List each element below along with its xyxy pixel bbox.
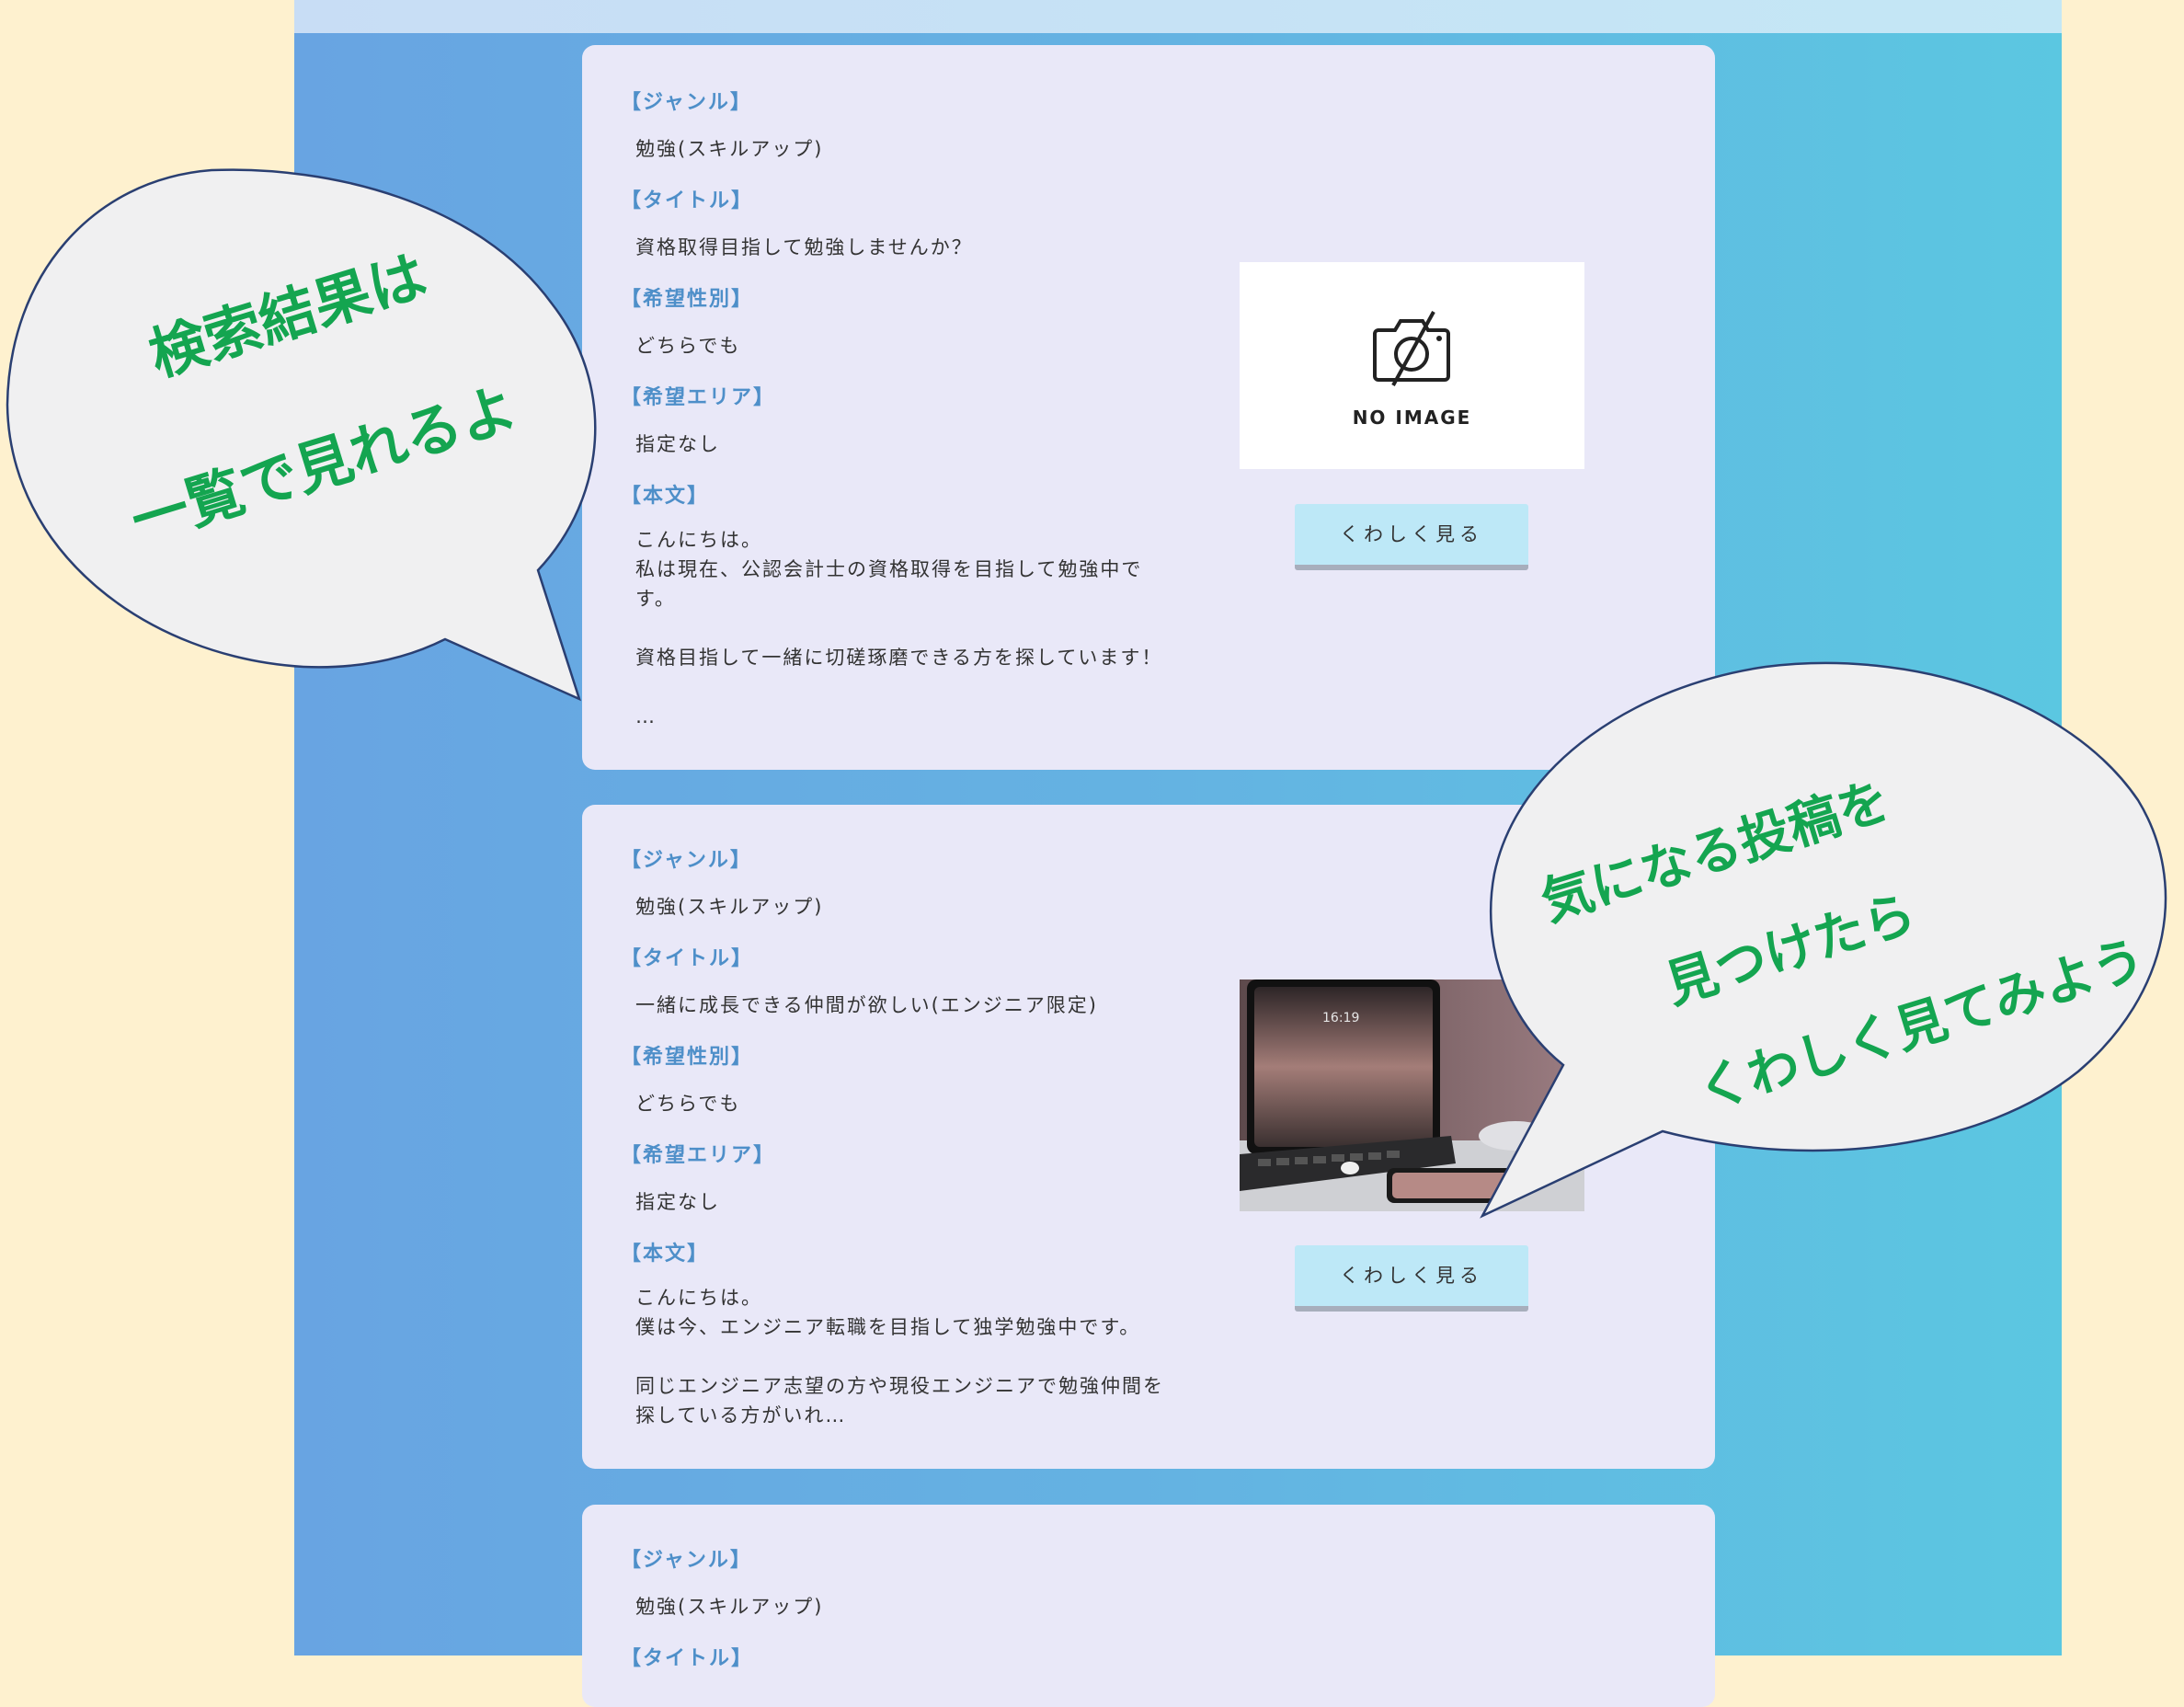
header-bar [294, 0, 2062, 33]
post-image-photo: 16:19 [1240, 980, 1584, 1211]
gender-label: 【希望性別】 [621, 1046, 754, 1069]
details-button[interactable]: くわしく見る [1295, 1245, 1528, 1312]
title-label: 【タイトル】 [621, 947, 754, 970]
post-image-placeholder: NO IMAGE [1240, 262, 1584, 469]
body-label: 【本文】 [621, 1243, 710, 1266]
title-label: 【タイトル】 [621, 189, 754, 212]
area-label: 【希望エリア】 [621, 1144, 776, 1167]
gender-value: どちらでも [635, 335, 741, 357]
gender-value: どちらでも [635, 1093, 741, 1115]
genre-label: 【ジャンル】 [621, 91, 752, 114]
phone-time: 16:19 [1322, 1011, 1359, 1025]
body-text: こんにちは。 私は現在、公認会計士の資格取得を目指して勉強中で す。 資格目指し… [635, 529, 1163, 727]
area-label: 【希望エリア】 [621, 386, 776, 409]
camera-off-icon [1373, 311, 1450, 386]
body-label: 【本文】 [621, 485, 710, 508]
body-text: こんにちは。 僕は今、エンジニア転職を目指して独学勉強中です。 同じエンジニア志… [635, 1287, 1164, 1426]
genre-label: 【ジャンル】 [621, 1549, 752, 1572]
genre-label: 【ジャンル】 [621, 849, 752, 872]
area-value: 指定なし [635, 433, 720, 455]
details-button[interactable]: くわしく見る [1295, 504, 1528, 570]
title-value: 資格取得目指して勉強しませんか？ [635, 236, 973, 258]
genre-value: 勉強(スキルアップ) [635, 1596, 824, 1618]
no-image-text: NO IMAGE [1352, 407, 1472, 429]
area-value: 指定なし [635, 1191, 720, 1213]
genre-value: 勉強(スキルアップ) [635, 896, 824, 918]
genre-value: 勉強(スキルアップ) [635, 138, 824, 160]
post-card-1: 【ジャンル】 勉強(スキルアップ) 【タイトル】 資格取得目指して勉強しませんか… [582, 45, 1715, 770]
title-label: 【タイトル】 [621, 1647, 754, 1670]
title-value: 一緒に成長できる仲間が欲しい(エンジニア限定) [635, 994, 1098, 1016]
post-card-3: 【ジャンル】 勉強(スキルアップ) 【タイトル】 [582, 1505, 1715, 1707]
gender-label: 【希望性別】 [621, 288, 754, 311]
